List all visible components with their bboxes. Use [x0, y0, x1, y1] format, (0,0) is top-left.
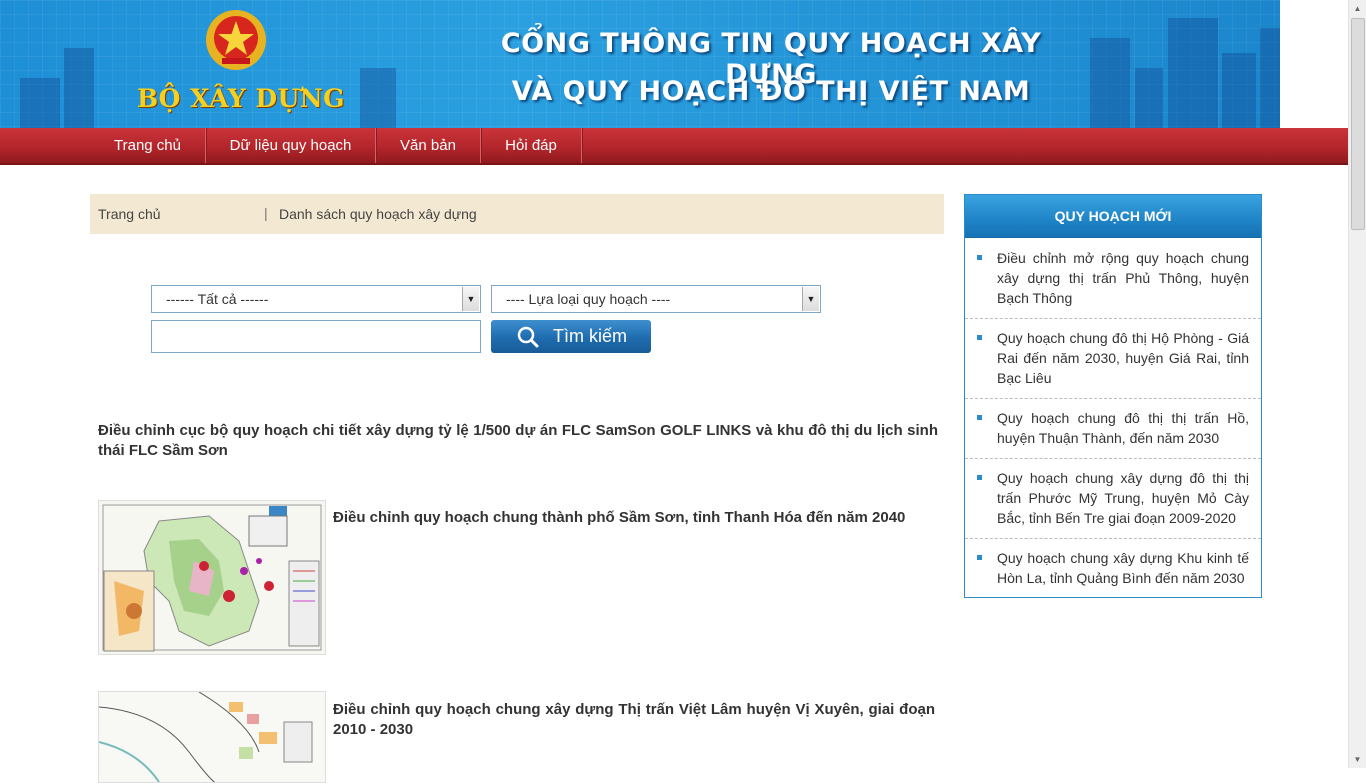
page-scrollbar[interactable]: ▲ ▼ — [1348, 0, 1366, 768]
breadcrumb-current: Danh sách quy hoạch xây dựng — [279, 206, 477, 222]
sidebar-item[interactable]: Quy hoạch chung đô thị Hộ Phòng - Giá Ra… — [965, 319, 1261, 399]
sidebar-item-text[interactable]: Quy hoạch chung xây dựng Khu kinh tế Hòn… — [997, 548, 1249, 588]
dropdown-arrow-icon[interactable]: ▼ — [462, 287, 479, 311]
sidebar-item-text[interactable]: Quy hoạch chung xây dựng đô thị thị trấn… — [997, 468, 1249, 528]
nav-item-home[interactable]: Trang chủ — [90, 128, 206, 163]
bullet-icon — [977, 415, 982, 420]
national-emblem-icon[interactable] — [204, 8, 268, 72]
search-button-label: Tìm kiếm — [553, 326, 627, 346]
article-title[interactable]: Điều chỉnh quy hoạch chung thành phố Sầm… — [333, 508, 935, 528]
article-title[interactable]: Điều chỉnh quy hoạch chung xây dựng Thị … — [333, 700, 935, 740]
article-thumbnail[interactable] — [98, 500, 326, 655]
bullet-icon — [977, 335, 982, 340]
sidebar-item[interactable]: Quy hoạch chung đô thị thị trấn Hồ, huyệ… — [965, 399, 1261, 459]
sidebar-item[interactable]: Điều chỉnh mở rộng quy hoạch chung xây d… — [965, 238, 1261, 319]
nav-item-qa[interactable]: Hỏi đáp — [481, 128, 582, 163]
scroll-up-arrow-icon[interactable]: ▲ — [1349, 0, 1366, 17]
article-thumbnail[interactable] — [98, 691, 326, 783]
main-nav: Trang chủ Dữ liệu quy hoạch Văn bản Hỏi … — [0, 128, 1349, 165]
site-title-line2: VÀ QUY HOẠCH ĐÔ THỊ VIỆT NAM — [511, 76, 1031, 107]
scroll-down-arrow-icon[interactable]: ▼ — [1349, 751, 1366, 768]
bullet-icon — [977, 255, 982, 260]
nav-item-planning-data[interactable]: Dữ liệu quy hoạch — [206, 128, 376, 163]
sidebar-item-text[interactable]: Điều chỉnh mở rộng quy hoạch chung xây d… — [997, 248, 1249, 308]
header-banner: BỘ XÂY DỰNG CỔNG THÔNG TIN QUY HOẠCH XÂY… — [0, 0, 1280, 128]
planning-type-select[interactable]: ---- Lựa loại quy hoạch ---- ▼ — [491, 285, 821, 313]
search-input[interactable] — [151, 320, 481, 353]
planning-type-select-value: ---- Lựa loại quy hoạch ---- — [506, 291, 671, 307]
bullet-icon — [977, 475, 982, 480]
breadcrumb-separator: | — [264, 205, 268, 221]
scrollbar-thumb[interactable] — [1351, 18, 1365, 230]
sidebar-title: QUY HOẠCH MỚI — [965, 195, 1261, 238]
logo-text[interactable]: BỘ XÂY DỰNG — [137, 84, 345, 113]
bullet-icon — [977, 555, 982, 560]
category-select[interactable]: ------ Tất cả ------ ▼ — [151, 285, 481, 313]
nav-item-documents[interactable]: Văn bản — [376, 128, 481, 163]
dropdown-arrow-icon[interactable]: ▼ — [802, 287, 819, 311]
breadcrumb-home-link[interactable]: Trang chủ — [98, 206, 161, 222]
sidebar-item[interactable]: Quy hoạch chung xây dựng đô thị thị trấn… — [965, 459, 1261, 539]
category-select-value: ------ Tất cả ------ — [166, 291, 269, 307]
new-planning-sidebar: QUY HOẠCH MỚI Điều chỉnh mở rộng quy hoạ… — [964, 194, 1262, 598]
sidebar-item-text[interactable]: Quy hoạch chung đô thị Hộ Phòng - Giá Ra… — [997, 328, 1249, 388]
search-button[interactable]: Tìm kiếm — [491, 320, 651, 353]
search-icon — [517, 326, 539, 348]
breadcrumb: Trang chủ | Danh sách quy hoạch xây dựng — [90, 194, 944, 234]
featured-article-title[interactable]: Điều chỉnh cục bộ quy hoạch chi tiết xây… — [98, 421, 938, 461]
sidebar-item[interactable]: Quy hoạch chung xây dựng Khu kinh tế Hòn… — [965, 539, 1261, 597]
sidebar-item-text[interactable]: Quy hoạch chung đô thị thị trấn Hồ, huyệ… — [997, 408, 1249, 448]
